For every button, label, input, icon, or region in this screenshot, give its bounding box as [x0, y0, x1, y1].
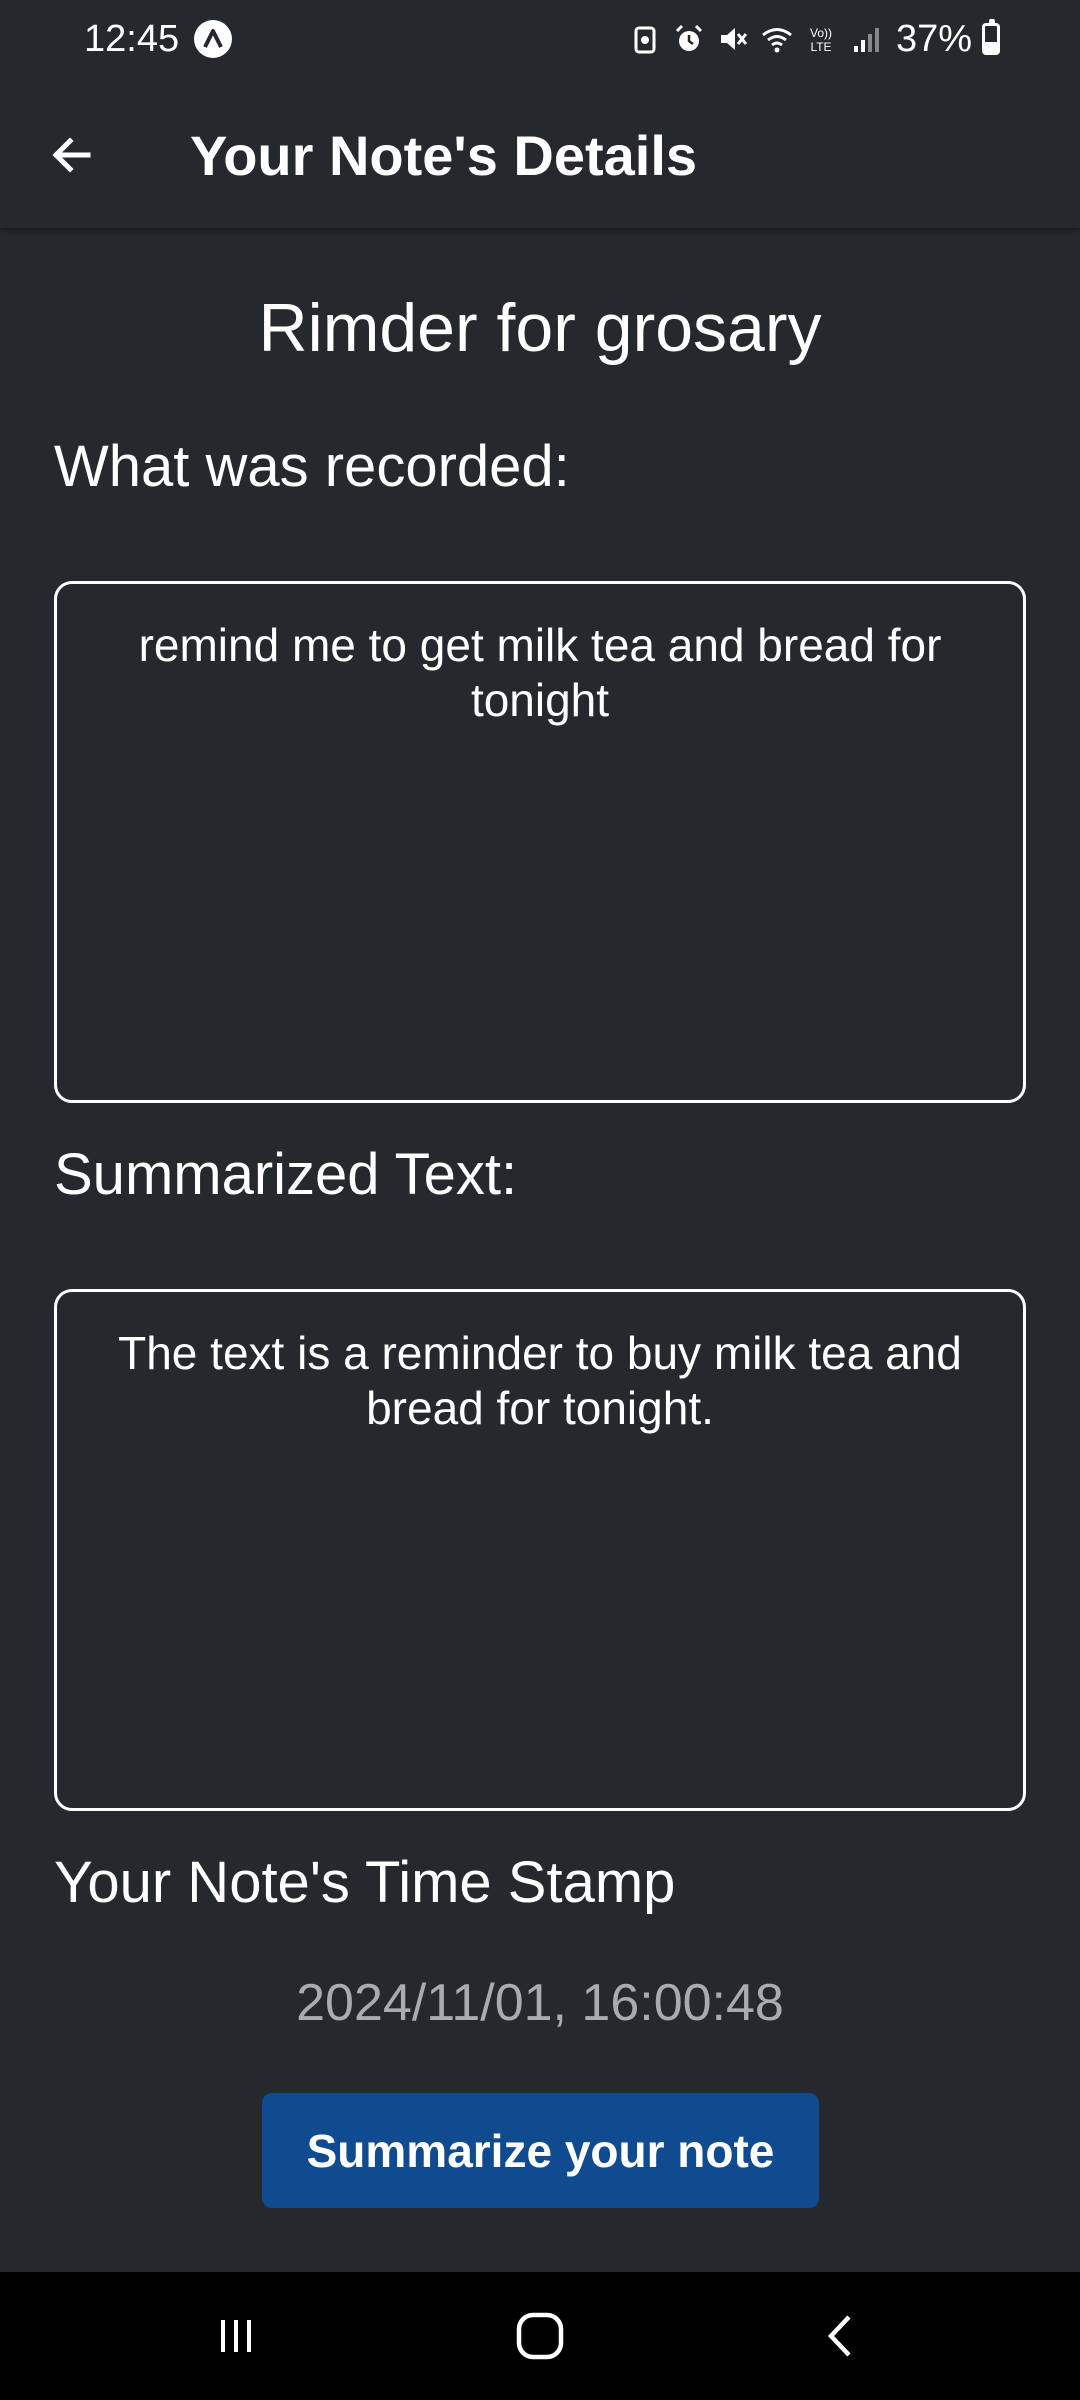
note-title: Rimder for grosary	[258, 290, 822, 366]
timestamp-label: Your Note's Time Stamp	[54, 1850, 676, 1915]
page-title: Your Note's Details	[190, 124, 698, 187]
signal-icon	[853, 28, 879, 52]
recent-apps-button[interactable]	[196, 2296, 276, 2376]
arrow-left-icon	[52, 137, 91, 173]
home-button[interactable]	[500, 2296, 580, 2376]
back-button[interactable]	[36, 119, 108, 191]
timestamp-value: 2024/11/01, 16:00:48	[296, 1974, 784, 2032]
back-nav-icon	[827, 2315, 851, 2357]
battery-icon	[982, 19, 1000, 55]
summary-label: Summarized Text:	[54, 1142, 518, 1207]
recorded-text-box[interactable]: remind me to get milk tea and bread for …	[54, 581, 1026, 1103]
status-icons: Vo)) LTE 37%	[628, 14, 1000, 64]
recorded-label: What was recorded:	[54, 434, 570, 499]
status-bar: 12:45 Vo)) LTE 37%	[0, 0, 1080, 78]
volte-icon: Vo)) LTE	[810, 26, 832, 54]
summarize-button[interactable]: Summarize your note	[262, 2093, 819, 2208]
battery-percent: 37%	[895, 18, 972, 60]
svg-text:Vo)): Vo))	[810, 26, 832, 40]
system-nav-bar	[0, 2272, 1080, 2400]
wifi-icon	[762, 28, 792, 53]
back-nav-button[interactable]	[802, 2296, 882, 2376]
note-details-screen: 12:45 Vo)) LTE 37% Your Note's Details R…	[0, 0, 1080, 2400]
summary-text-box[interactable]: The text is a reminder to buy milk tea a…	[54, 1289, 1026, 1811]
status-time: 12:45	[84, 18, 180, 60]
home-icon	[516, 2312, 564, 2360]
recent-apps-icon	[221, 2320, 251, 2352]
app-bar: Your Note's Details	[0, 78, 1080, 228]
screenshot-icon	[634, 26, 656, 54]
mute-icon	[720, 28, 748, 50]
svg-text:LTE: LTE	[810, 40, 831, 54]
alarm-icon	[675, 24, 702, 51]
app-notification-icon	[194, 20, 232, 58]
